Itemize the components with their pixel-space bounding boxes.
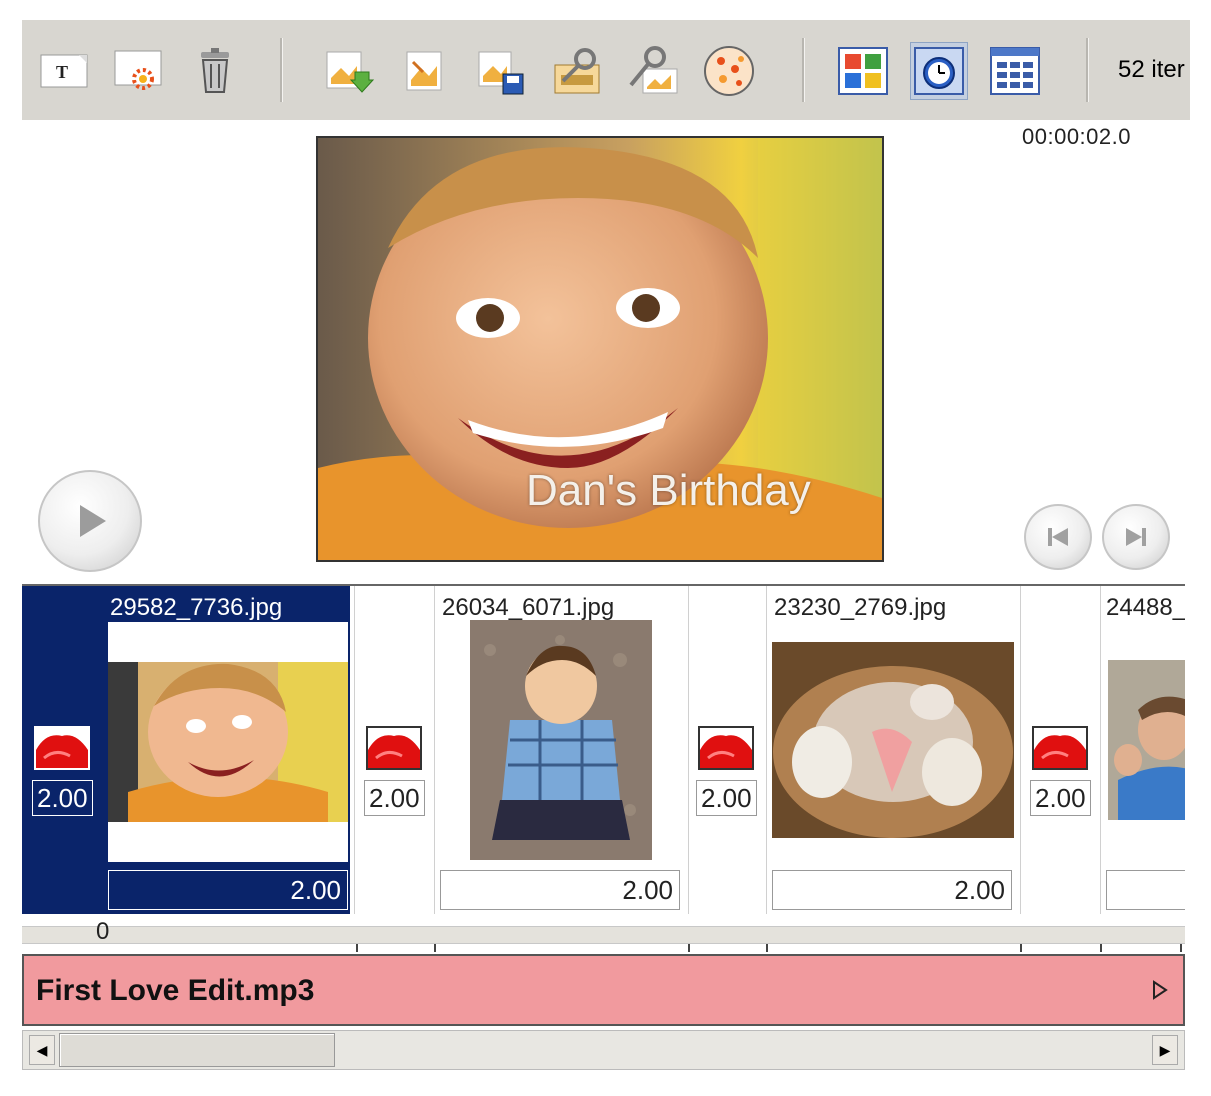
preview-frame: Dan's Birthday — [316, 136, 884, 562]
scroll-left-button[interactable]: ◀ — [29, 1035, 55, 1065]
ruler-tick — [1180, 944, 1182, 952]
toolbar-separator — [280, 38, 283, 102]
audio-track-name: First Love Edit.mp3 — [36, 974, 315, 1007]
play-icon — [80, 505, 106, 537]
slide-duration[interactable]: 2.00 — [772, 870, 1012, 910]
transition-icon[interactable] — [1032, 726, 1088, 770]
slide-duration[interactable]: 2.00 — [108, 870, 348, 910]
scroll-right-icon: ▶ — [1159, 1041, 1171, 1058]
slide-item[interactable]: 24488_ — [1102, 586, 1185, 914]
tools-icon[interactable] — [624, 42, 682, 100]
scroll-left-icon: ◀ — [36, 1041, 48, 1058]
slide-thumbnail — [108, 622, 348, 862]
slide-thumbnail — [470, 620, 652, 860]
ruler-tick — [356, 944, 358, 952]
ruler-tick — [434, 944, 436, 952]
timeline-ruler[interactable]: 0 — [22, 914, 1185, 956]
skip-back-icon — [1048, 528, 1068, 546]
items-count-label: 52 iter — [1118, 56, 1185, 83]
delete-icon[interactable] — [186, 42, 244, 100]
add-text-icon[interactable]: T — [36, 42, 94, 100]
shuffle-icon[interactable] — [700, 42, 758, 100]
play-button[interactable] — [38, 470, 142, 572]
storyboard: 2.00 29582_7736.jpg 2.00 2.00 26034_6071… — [22, 584, 1185, 916]
skip-forward-icon — [1126, 528, 1146, 546]
transition-icon[interactable] — [698, 726, 754, 770]
previous-slide-button[interactable] — [1024, 504, 1092, 570]
toolbar-separator — [802, 38, 805, 102]
slide-filename: 24488_ — [1106, 594, 1185, 621]
divider — [688, 586, 689, 914]
slide-thumbnail — [772, 642, 1014, 838]
ruler-tick — [1020, 944, 1022, 952]
transition-duration[interactable]: 2.00 — [364, 780, 425, 816]
transition-duration[interactable]: 2.00 — [1030, 780, 1091, 816]
slide-thumbnail — [1108, 660, 1185, 820]
slide-duration[interactable] — [1106, 870, 1185, 910]
audio-continue-icon — [1153, 980, 1168, 1000]
slide-item-selected[interactable]: 29582_7736.jpg 2.00 — [104, 586, 350, 914]
save-photo-icon[interactable] — [472, 42, 530, 100]
ruler-start-label: 0 — [96, 918, 110, 945]
ruler-tick — [688, 944, 690, 952]
ruler-tick — [766, 944, 768, 952]
scroll-right-button[interactable]: ▶ — [1152, 1035, 1178, 1065]
add-effect-icon[interactable] — [110, 42, 168, 100]
timeline-view-icon[interactable] — [910, 42, 968, 100]
edit-photo-icon[interactable] — [396, 42, 454, 100]
transition-icon[interactable] — [366, 726, 422, 770]
scrollbar-thumb[interactable] — [59, 1033, 335, 1067]
slide-filename: 29582_7736.jpg — [110, 594, 283, 621]
slide-item[interactable]: 26034_6071.jpg 2.00 — [436, 586, 686, 914]
slide-duration[interactable]: 2.00 — [440, 870, 680, 910]
import-photos-icon[interactable] — [320, 42, 378, 100]
divider — [1020, 586, 1021, 914]
horizontal-scrollbar[interactable]: ◀ ▶ — [22, 1030, 1185, 1070]
slide-filename: 23230_2769.jpg — [774, 594, 947, 621]
slide-caption: Dan's Birthday — [526, 466, 811, 515]
divider — [766, 586, 767, 914]
divider — [1100, 586, 1101, 914]
ruler-track — [22, 926, 1185, 944]
transition-icon[interactable] — [34, 726, 90, 770]
toolbar: T 52 iter — [22, 20, 1190, 120]
details-view-icon[interactable] — [986, 42, 1044, 100]
ruler-tick — [1100, 944, 1102, 952]
divider — [434, 586, 435, 914]
slide-filename: 26034_6071.jpg — [442, 594, 615, 621]
svg-text:T: T — [56, 62, 68, 82]
timecode-display: 00:00:02.0 — [1022, 124, 1131, 149]
next-slide-button[interactable] — [1102, 504, 1170, 570]
toolbar-separator — [1086, 38, 1089, 102]
transition-duration[interactable]: 2.00 — [32, 780, 93, 816]
slide-item[interactable]: 23230_2769.jpg 2.00 — [768, 586, 1018, 914]
thumbnail-view-icon[interactable] — [834, 42, 892, 100]
photo-settings-icon[interactable] — [548, 42, 606, 100]
audio-track[interactable]: First Love Edit.mp3 — [22, 954, 1185, 1026]
transition-duration[interactable]: 2.00 — [696, 780, 757, 816]
divider — [354, 586, 355, 914]
